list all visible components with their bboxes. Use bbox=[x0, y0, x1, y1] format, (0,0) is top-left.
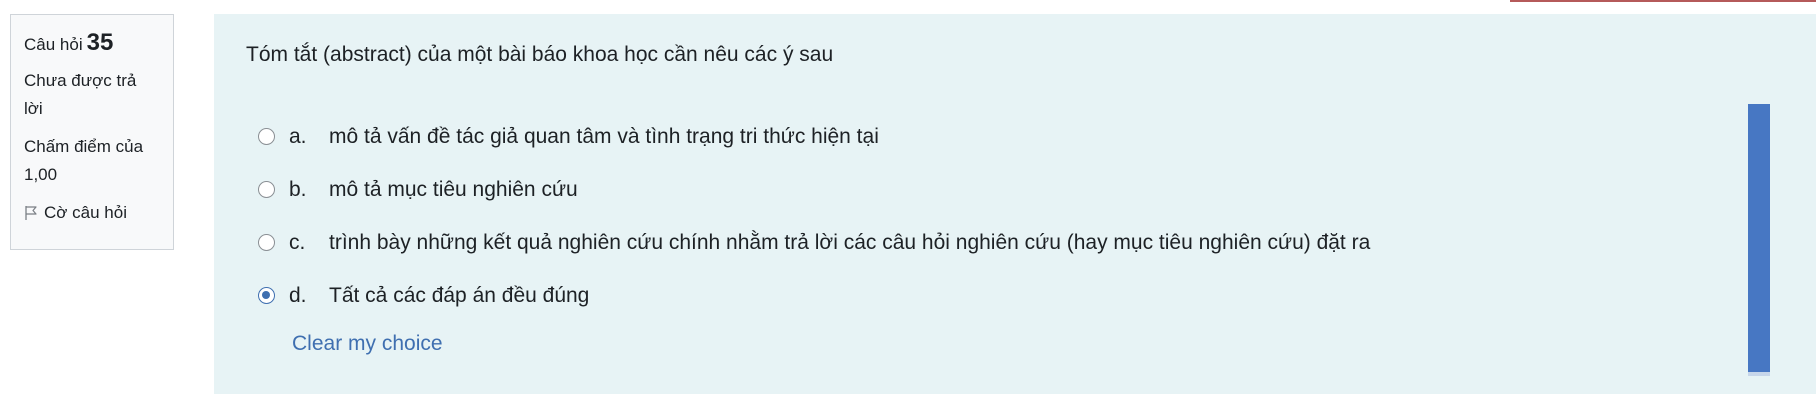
question-grade: Chấm điểm của 1,00 bbox=[24, 133, 161, 189]
radio-d[interactable] bbox=[258, 287, 275, 304]
answer-letter-b: b. bbox=[289, 177, 307, 201]
answer-option-c[interactable]: c. trình bày những kết quả nghiên cứu ch… bbox=[258, 216, 1370, 269]
question-number: 35 bbox=[86, 29, 114, 56]
answer-letter-a: a. bbox=[289, 124, 307, 148]
answer-option-a[interactable]: a. mô tả vấn đề tác giả quan tâm và tình… bbox=[258, 110, 1370, 163]
question-number-line: Câu hỏi 35 bbox=[24, 27, 161, 61]
question-state-line1: Chưa được trả bbox=[24, 71, 137, 90]
question-content: Tóm tắt (abstract) của một bài báo khoa … bbox=[214, 14, 1816, 394]
answer-text-b: mô tả mục tiêu nghiên cứu bbox=[329, 177, 578, 201]
question-grade-line1: Chấm điểm của bbox=[24, 137, 144, 156]
answer-letter-c: c. bbox=[289, 230, 306, 254]
answer-letter-d: d. bbox=[289, 283, 307, 307]
flag-question-label: Cờ câu hỏi bbox=[44, 203, 127, 222]
radio-a[interactable] bbox=[258, 128, 275, 145]
scrollbar-shadow bbox=[1748, 372, 1770, 376]
answer-option-b[interactable]: b. mô tả mục tiêu nghiên cứu bbox=[258, 163, 1370, 216]
top-accent-bar bbox=[1510, 0, 1816, 2]
clear-choice-link[interactable]: Clear my choice bbox=[292, 332, 443, 356]
question-info-panel: Câu hỏi 35 Chưa được trả lời Chấm điểm củ… bbox=[10, 14, 174, 250]
question-state: Chưa được trả lời bbox=[24, 67, 161, 123]
question-text: Tóm tắt (abstract) của một bài báo khoa … bbox=[246, 43, 834, 66]
answer-list: a. mô tả vấn đề tác giả quan tâm và tình… bbox=[258, 110, 1370, 322]
answer-option-d[interactable]: d. Tất cả các đáp án đều đúng bbox=[258, 269, 1370, 322]
question-label: Câu hỏi bbox=[24, 35, 83, 54]
question-grade-line2: 1,00 bbox=[24, 165, 58, 184]
scrollbar-thumb[interactable] bbox=[1748, 104, 1770, 372]
flag-icon bbox=[25, 206, 37, 220]
answer-text-a: mô tả vấn đề tác giả quan tâm và tình tr… bbox=[329, 124, 879, 148]
radio-b[interactable] bbox=[258, 181, 275, 198]
answer-text-d: Tất cả các đáp án đều đúng bbox=[329, 283, 590, 307]
question-state-line2: lời bbox=[24, 99, 43, 118]
answer-text-c: trình bày những kết quả nghiên cứu chính… bbox=[329, 230, 1371, 254]
flag-question-link[interactable]: Cờ câu hỏi bbox=[24, 199, 161, 227]
radio-c[interactable] bbox=[258, 234, 275, 251]
